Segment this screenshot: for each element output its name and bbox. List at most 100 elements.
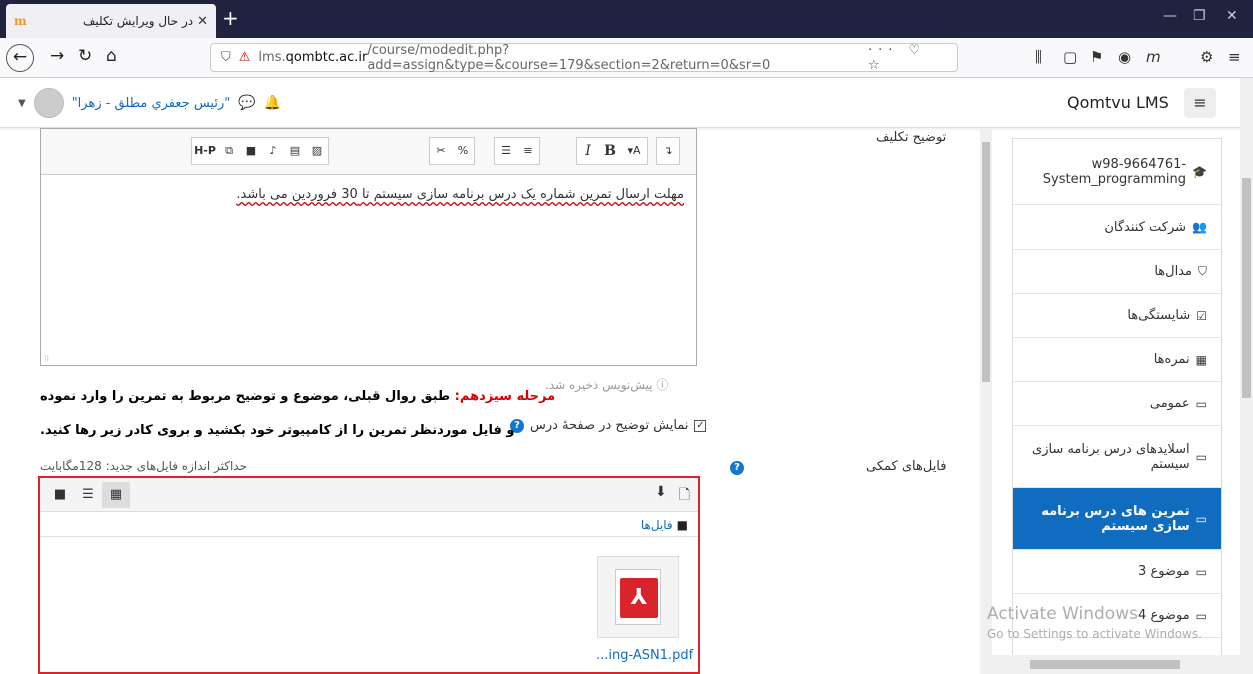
list-view-icon[interactable]: ☰	[74, 482, 102, 508]
media-icon[interactable]: ▤	[284, 138, 306, 164]
add-file-icon[interactable]: 🗋	[679, 484, 690, 508]
page-scrollbar-thumb[interactable]	[1242, 178, 1251, 398]
activation-watermark-text: Go to Settings to activate Windows.	[987, 627, 1202, 641]
restore-icon[interactable]: ❐	[1193, 8, 1206, 24]
m-extension-icon[interactable]: m	[1146, 48, 1161, 66]
italic-icon[interactable]: I	[577, 138, 599, 164]
close-window-icon[interactable]: ✕	[1226, 8, 1238, 24]
url-prefix: lms.	[258, 50, 286, 65]
sidebar-item-badges[interactable]: ⛉ مدال‌ها	[1013, 250, 1221, 294]
sidebar-item-competencies[interactable]: ☑ شایستگی‌ها	[1013, 294, 1221, 338]
editor-content[interactable]: مهلت ارسال تمرین شماره یک درس برنامه ساز…	[236, 187, 684, 202]
sidebar-item-label: اسلایدهای درس برنامه سازی سیستم	[1032, 441, 1190, 472]
download-icon[interactable]: ⬇	[655, 484, 667, 508]
minimize-icon[interactable]: —	[1163, 8, 1177, 24]
folder-icon: ▭	[1195, 608, 1207, 623]
menu-icon[interactable]: ≡	[1228, 48, 1241, 66]
record-video-icon[interactable]: ■	[240, 138, 262, 164]
unordered-list-icon[interactable]: ≡	[517, 138, 539, 164]
sidebar-item-label: مدال‌ها	[1154, 264, 1192, 279]
resize-handle-icon[interactable]: ⁝⁝	[44, 354, 49, 363]
filepicker-actions: ⬇ 🗋	[655, 484, 690, 508]
sidebar-icon[interactable]: ▢	[1063, 48, 1077, 66]
account-icon[interactable]: ◉	[1118, 48, 1131, 66]
horizontal-scrollbar-thumb[interactable]	[1030, 660, 1180, 669]
sidebar-item-slides[interactable]: ▭ اسلایدهای درس برنامه سازی سیستم	[1013, 426, 1221, 488]
record-audio-icon[interactable]: ♪	[262, 138, 284, 164]
reload-button[interactable]: ↻	[78, 46, 92, 66]
main-scrollbar[interactable]	[980, 128, 992, 674]
sidebar-item-label: موضوع 3	[1138, 564, 1190, 579]
messages-icon[interactable]: 💬	[238, 95, 255, 111]
view-switcher: ■ ☰ ▦	[46, 482, 130, 508]
user-menu[interactable]: ▼ "رئیس جعفري مطلق - زهرا" 💬 🔔	[18, 88, 281, 118]
sidebar-item-grades[interactable]: ▦ نمره‌ها	[1013, 338, 1221, 382]
folder-icon: ▭	[1195, 449, 1207, 464]
graduation-cap-icon: 🎓	[1192, 164, 1207, 179]
show-more-icon[interactable]: ↴	[657, 138, 679, 164]
link-icon[interactable]: %	[452, 138, 474, 164]
paragraph-styles-icon[interactable]: ▾A	[621, 138, 647, 164]
sidebar-item-participants[interactable]: 👥 شرکت کنندگان	[1013, 205, 1221, 250]
sidebar-item-label: عمومی	[1149, 396, 1190, 411]
sidebar-item-label: نمره‌ها	[1153, 352, 1190, 367]
toolbar-group-media: H-P ⧉ ■ ♪ ▤ ▨	[191, 137, 329, 165]
sidebar-item-label: موضوع 4	[1138, 608, 1190, 623]
addon-icon[interactable]: ⚙	[1200, 48, 1213, 66]
description-editor[interactable]: ↴ I B ▾A ☰ ≡ ✂ % H-P ⧉ ■ ♪ ▤ ▨ مهلت ارسا…	[40, 128, 697, 366]
url-domain: qombtc.ac.ir	[285, 50, 368, 65]
activation-watermark-title: Activate Windows	[987, 604, 1138, 624]
notifications-icon[interactable]: 🔔	[264, 95, 281, 111]
checkbox-icon: ☑	[1196, 308, 1207, 323]
toolbar-group-more: ↴	[656, 137, 680, 165]
toolbar-group-lists: ☰ ≡	[494, 137, 540, 165]
ordered-list-icon[interactable]: ☰	[495, 138, 517, 164]
forward-button[interactable]: →	[50, 46, 64, 66]
sidebar-item-label: w98-9664761- System_programming	[1042, 156, 1187, 187]
files-path[interactable]: ■فایل‌ها	[641, 518, 688, 532]
pdf-file-thumbnail[interactable]: ⅄	[597, 556, 679, 638]
browser-tab-bar: m در حال ویرایش تکلیف ✕ + — ❐ ✕	[0, 0, 1253, 38]
new-tab-button[interactable]: +	[222, 6, 239, 30]
drawer-toggle-button[interactable]: ≡	[1184, 88, 1216, 118]
sidebar-item-label: شرکت کنندگان	[1104, 219, 1187, 235]
show-description-checkbox[interactable]: ✓	[694, 419, 707, 432]
url-path: /course/modedit.php?add=assign&type=&cou…	[367, 42, 771, 73]
browser-tab[interactable]: m در حال ویرایش تکلیف ✕	[6, 4, 216, 38]
h5p-icon[interactable]: H-P	[192, 138, 218, 164]
autosave-note: ⓘ پیش‌نویس ذخیره شد.	[545, 378, 669, 392]
library-icon[interactable]: ⫼	[1035, 48, 1042, 66]
files-help-icon[interactable]: ?	[730, 461, 744, 475]
bold-icon[interactable]: B	[599, 138, 621, 164]
avatar	[33, 88, 64, 118]
home-button[interactable]: ⌂	[106, 46, 117, 66]
tracking-shield-icon[interactable]: ⛉	[221, 50, 231, 65]
description-label: توضیح تکلیف	[876, 130, 947, 145]
file-name-link[interactable]: ...ing-ASN1.pdf	[596, 648, 693, 663]
users-icon: 👥	[1192, 220, 1207, 234]
sidebar-item-topic-3[interactable]: ▭ موضوع 3	[1013, 550, 1221, 594]
sidebar-item-exercises[interactable]: ▭ تمرین های درس برنامه سازی سیستم	[1013, 488, 1221, 550]
editor-toolbar: ↴ I B ▾A ☰ ≡ ✂ % H-P ⧉ ■ ♪ ▤ ▨	[41, 129, 696, 175]
copy-icon[interactable]: ⧉	[218, 138, 240, 164]
folder-view-icon[interactable]: ■	[46, 482, 74, 508]
main-scrollbar-thumb[interactable]	[982, 142, 990, 382]
back-button[interactable]: ←	[6, 44, 34, 72]
url-bar[interactable]: ⛉ ⚠ lms. qombtc.ac.ir/course/modedit.php?…	[210, 42, 958, 73]
max-size-note: حداکثر اندازه فایل‌های جدید: 128مگابایت	[40, 459, 247, 473]
moodle-favicon-icon: m	[14, 14, 27, 28]
unlink-icon[interactable]: ✂	[430, 138, 452, 164]
sidebar-item-general[interactable]: ▭ عمومی	[1013, 382, 1221, 426]
page-actions-icon[interactable]: ··· ♡ ☆	[868, 43, 947, 73]
grid-view-icon[interactable]: ▦	[102, 482, 130, 508]
sidebar-item-course[interactable]: 🎓 w98-9664761- System_programming	[1013, 139, 1221, 205]
site-brand[interactable]: Qomtvu LMS	[1067, 93, 1169, 112]
close-tab-icon[interactable]: ✕	[197, 14, 208, 29]
image-icon[interactable]: ▨	[306, 138, 328, 164]
insecure-lock-icon[interactable]: ⚠	[239, 50, 251, 65]
horizontal-scrollbar[interactable]	[980, 655, 1240, 674]
file-drop-area[interactable]: ■ ☰ ▦ ⬇ 🗋 ■فایل‌ها ⅄ ...ing-ASN1.pdf	[38, 476, 700, 674]
page-scrollbar[interactable]	[1240, 78, 1253, 674]
folder-icon: ■	[676, 518, 688, 532]
extension-icon[interactable]: ⚑	[1090, 48, 1103, 66]
